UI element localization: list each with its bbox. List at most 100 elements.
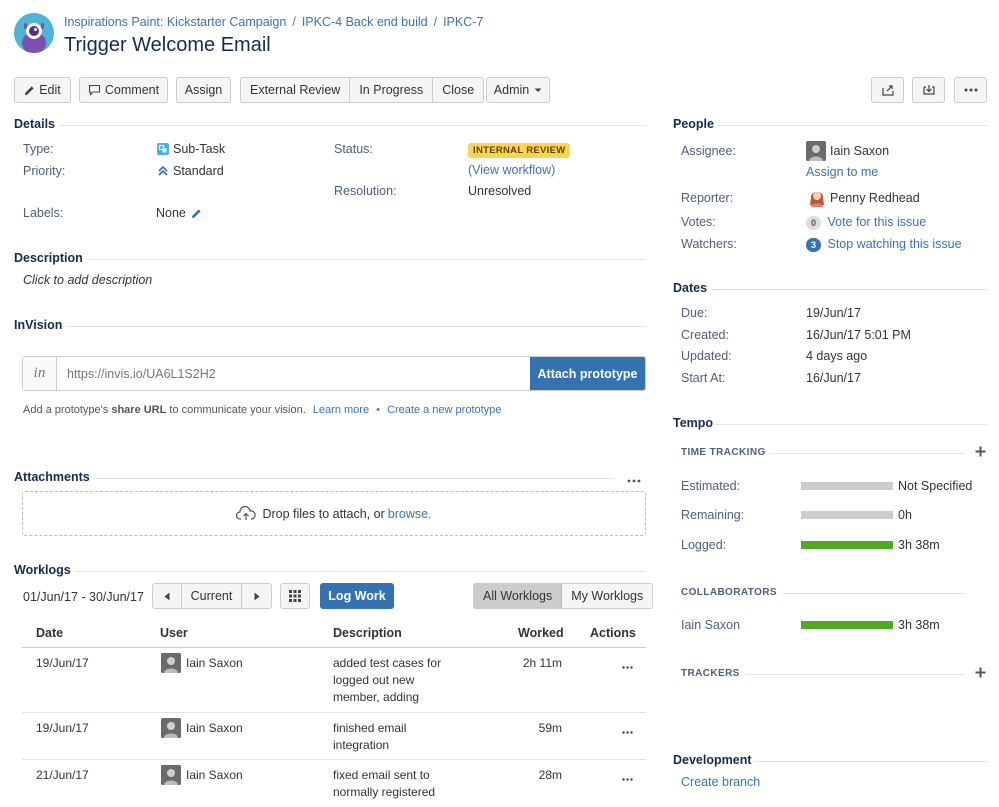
resolution-value: Unresolved xyxy=(468,184,532,198)
edit-pencil-icon[interactable] xyxy=(191,208,202,219)
avatar xyxy=(806,141,826,161)
type-value[interactable]: Sub-Task xyxy=(157,142,225,156)
resolution-label: Resolution: xyxy=(334,184,397,198)
section-divider xyxy=(716,424,987,425)
worklog-user[interactable]: Iain Saxon xyxy=(186,767,243,784)
status-badge: INTERNAL REVIEW xyxy=(468,142,571,158)
priority-value[interactable]: Standard xyxy=(157,164,224,178)
triangle-left-icon xyxy=(164,592,170,600)
create-branch-link[interactable]: Create branch xyxy=(681,775,760,789)
attachments-section-title: Attachments xyxy=(14,470,90,484)
description-placeholder[interactable]: Click to add description xyxy=(23,273,152,287)
vote-link[interactable]: Vote for this issue xyxy=(827,215,926,229)
attachment-dropzone[interactable]: Drop files to attach, or browse. xyxy=(22,491,646,536)
view-workflow-link[interactable]: (View workflow) xyxy=(468,163,555,177)
breadcrumb: Inspirations Paint: Kickstarter Campaign… xyxy=(64,15,484,29)
close-button[interactable]: Close xyxy=(433,78,483,102)
all-worklogs-tab[interactable]: All Worklogs xyxy=(474,584,563,608)
cloud-upload-icon xyxy=(236,506,257,520)
my-worklogs-tab[interactable]: My Worklogs xyxy=(562,584,653,608)
next-period-button[interactable] xyxy=(242,584,271,608)
collaborators-heading: COLLABORATORS xyxy=(681,587,777,598)
development-section-title: Development xyxy=(673,753,752,767)
stop-watching-link[interactable]: Stop watching this issue xyxy=(827,237,961,251)
more-actions-button[interactable] xyxy=(954,77,987,103)
admin-dropdown-button[interactable]: Admin xyxy=(486,77,550,103)
row-actions-button[interactable] xyxy=(622,658,633,672)
collaborator-value: 3h 38m xyxy=(898,618,940,632)
add-tracker-button[interactable] xyxy=(975,667,986,681)
created-value: 16/Jun/17 5:01 PM xyxy=(806,328,911,342)
workflow-button-group: External Review In Progress Close xyxy=(240,77,485,103)
worklog-date: 19/Jun/17 xyxy=(36,656,89,670)
worklog-worked: 28m xyxy=(538,768,562,782)
avatar xyxy=(161,653,181,673)
estimated-label: Estimated: xyxy=(681,479,741,493)
watchers-label: Watchers: xyxy=(681,237,737,251)
double-chevron-up-icon xyxy=(158,165,168,176)
user-avatar-icon xyxy=(161,765,181,785)
previous-period-button[interactable] xyxy=(153,584,182,608)
attach-prototype-button[interactable]: Attach prototype xyxy=(530,357,645,390)
external-review-button[interactable]: External Review xyxy=(241,78,351,102)
breadcrumb-issue-key[interactable]: IPKC-7 xyxy=(443,15,483,29)
breadcrumb-parent-issue[interactable]: IPKC-4 Back end build xyxy=(302,15,428,29)
calendar-grid-button[interactable] xyxy=(280,583,310,609)
column-header-description[interactable]: Description xyxy=(333,626,402,640)
in-progress-button[interactable]: In Progress xyxy=(350,78,434,102)
trackers-heading: TRACKERS xyxy=(681,668,740,679)
labels-value[interactable]: None xyxy=(156,206,202,220)
start-at-label: Start At: xyxy=(681,371,726,385)
invision-logo-icon: in xyxy=(23,357,57,390)
breadcrumb-project[interactable]: Inspirations Paint: Kickstarter Campaign xyxy=(64,15,286,29)
assign-button[interactable]: Assign xyxy=(176,77,231,103)
worklog-user[interactable]: Iain Saxon xyxy=(186,655,243,672)
share-icon xyxy=(881,85,894,96)
prototype-url-input[interactable]: https://invis.io/UA6L1S2H2 xyxy=(57,357,530,390)
user-avatar-icon xyxy=(161,653,181,673)
invision-help-text: Add a prototype's share URL to communica… xyxy=(23,404,502,416)
column-header-worked[interactable]: Worked xyxy=(518,626,564,640)
details-section-title: Details xyxy=(14,117,55,131)
assign-to-me-link[interactable]: Assign to me xyxy=(806,165,878,179)
logged-label: Logged: xyxy=(681,538,727,552)
assignee-value[interactable]: Iain Saxon xyxy=(830,144,889,158)
log-work-button[interactable]: Log Work xyxy=(320,583,394,609)
table-row: 21/Jun/17 Iain Saxon fixed email sent to… xyxy=(22,760,646,807)
collaborator-name[interactable]: Iain Saxon xyxy=(681,618,740,632)
invision-url-group: in https://invis.io/UA6L1S2H2 Attach pro… xyxy=(22,356,646,391)
column-header-date[interactable]: Date xyxy=(36,626,63,640)
ellipsis-icon xyxy=(964,88,977,92)
row-actions-button[interactable] xyxy=(622,723,633,737)
pencil-icon xyxy=(25,85,34,95)
create-prototype-link[interactable]: Create a new prototype xyxy=(387,404,501,416)
current-period-button[interactable]: Current xyxy=(182,584,242,608)
estimated-progress-bar xyxy=(801,482,893,490)
attachments-options-button[interactable] xyxy=(627,472,641,486)
add-time-tracking-button[interactable] xyxy=(975,446,986,460)
edit-button[interactable]: Edit xyxy=(14,77,71,103)
priority-label: Priority: xyxy=(23,164,66,178)
column-header-user[interactable]: User xyxy=(160,626,188,640)
votes-count-badge: 0 xyxy=(806,216,821,230)
browse-link[interactable]: browse. xyxy=(388,507,432,521)
people-section-title: People xyxy=(673,117,714,131)
worklog-date: 19/Jun/17 xyxy=(36,721,89,735)
section-divider xyxy=(754,761,987,762)
project-avatar[interactable] xyxy=(14,13,54,53)
export-button[interactable] xyxy=(912,77,945,103)
page-title[interactable]: Trigger Welcome Email xyxy=(64,34,271,57)
share-button[interactable] xyxy=(871,77,904,103)
worklog-user[interactable]: Iain Saxon xyxy=(186,720,243,737)
comment-button[interactable]: Comment xyxy=(79,77,168,103)
ellipsis-icon xyxy=(627,479,641,483)
triangle-right-icon xyxy=(254,592,259,600)
date-navigator: Current xyxy=(152,583,272,609)
worklog-filter-toggle: All Worklogs My Worklogs xyxy=(473,583,654,609)
table-row: 19/Jun/17 Iain Saxon added test cases fo… xyxy=(22,648,646,712)
labels-label: Labels: xyxy=(23,206,64,220)
reporter-value[interactable]: Penny Redhead xyxy=(830,191,920,205)
row-actions-button[interactable] xyxy=(622,770,633,784)
updated-value: 4 days ago xyxy=(806,349,868,363)
learn-more-link[interactable]: Learn more xyxy=(313,404,369,416)
